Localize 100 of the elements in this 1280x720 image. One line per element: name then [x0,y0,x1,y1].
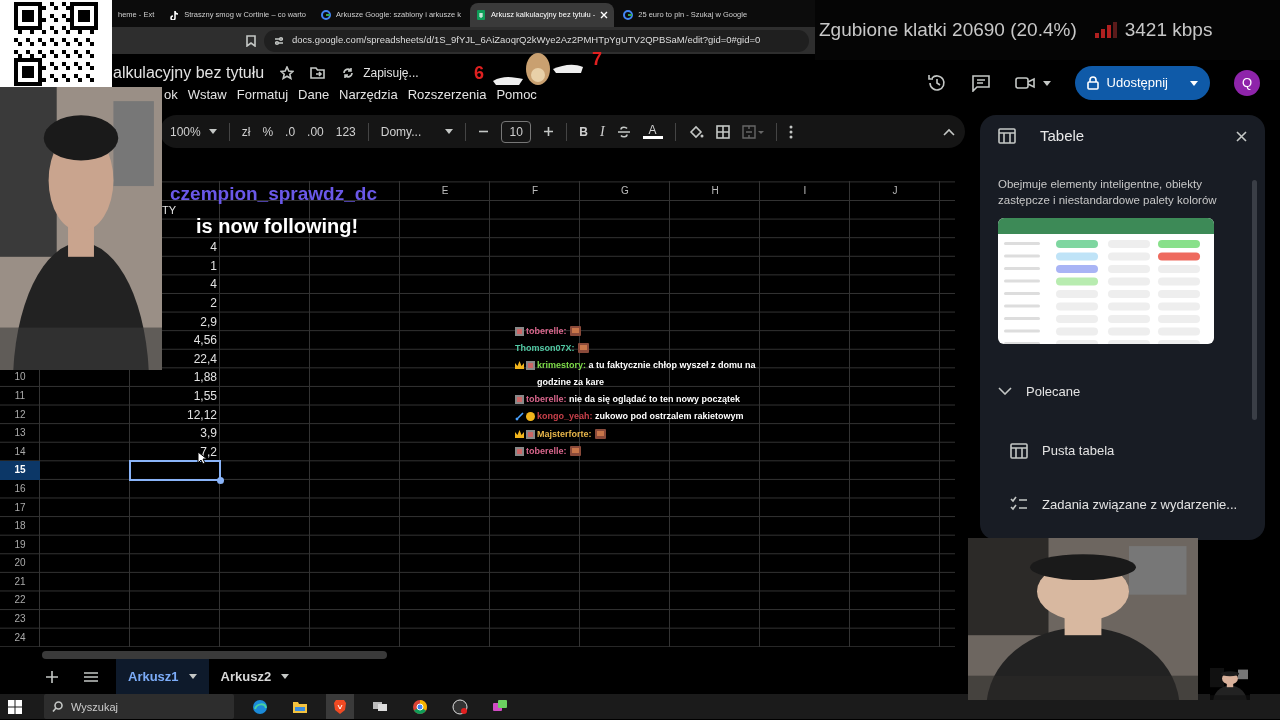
row-header[interactable]: 22 [0,591,40,611]
sword-badge-icon [515,412,524,422]
column-header[interactable]: H [670,181,760,201]
table-cell[interactable]: 4,56 [193,331,220,350]
menu-item[interactable]: Dane [293,85,335,105]
row-header[interactable]: 19 [0,535,40,555]
coin-badge-icon [526,412,535,422]
row-header[interactable]: 10 [0,368,40,387]
font-dropdown[interactable]: Domy... [380,122,454,141]
table-cell[interactable]: 1,55 [193,386,220,405]
caret-icon [445,129,454,134]
sheet-tab[interactable]: Arkusz1 [116,659,209,695]
add-sheet-icon[interactable] [46,670,58,683]
document-title[interactable]: alkulacyjny bez tytułu [113,61,265,86]
all-sheets-icon[interactable] [84,671,98,682]
windows-start-icon[interactable] [8,699,22,714]
site-settings-icon[interactable] [274,35,284,46]
column-header[interactable]: G [580,181,670,201]
address-bar[interactable]: docs.google.com/spreadsheets/d/1S_9fYJL_6AiZaoqrQ2kWye2Az2PMHTpYgUTV2QPBSaM/edit?gid=0#gid=0 [264,29,809,52]
chat-message: kongo_yeah: zukowo pod ostrzalem rakietowym [537,410,745,424]
table-cell[interactable]: 2 [210,293,220,312]
lock-icon [1086,76,1099,90]
user-avatar[interactable]: Q [1234,70,1260,96]
fill-color-icon[interactable] [687,123,704,140]
section-toggle[interactable]: Polecane [998,381,1247,402]
row-header[interactable]: 17 [0,498,40,518]
move-folder-icon[interactable] [310,67,326,80]
menu-item[interactable]: ok [159,85,183,105]
row-header[interactable]: 24 [0,628,40,648]
table-cell[interactable]: 2,9 [200,312,220,331]
table-icon [998,128,1016,145]
row-header[interactable]: 13 [0,424,40,443]
row-header[interactable]: 16 [0,479,40,499]
strikethrough-icon[interactable] [616,124,631,139]
table-cell[interactable]: 22,4 [193,349,220,368]
collapse-icon[interactable] [943,127,955,136]
row-header[interactable]: 23 [0,610,40,629]
star-icon[interactable] [280,66,295,81]
row-header[interactable]: 20 [0,554,40,573]
more-options-icon[interactable] [788,124,793,139]
font-size-field[interactable]: 10 [501,120,532,143]
row-header[interactable]: 15 [0,461,40,480]
video-camera-icon[interactable] [1014,76,1035,90]
table-cell[interactable]: 4 [210,275,220,294]
menu-item[interactable]: Rozszerzenia [402,85,492,105]
row-header[interactable]: 12 [0,405,40,425]
recording-app-icon [452,698,468,715]
user-badge-icon [515,446,524,456]
template-item[interactable]: Pusta tabela [1010,441,1247,461]
google-logo-icon [623,10,634,20]
column-header[interactable]: I [760,181,850,201]
column-header[interactable]: E [400,181,490,201]
menu-item[interactable]: Narzędzia [334,85,403,105]
caret-icon[interactable] [1042,80,1051,86]
panel-title: Tabele [1040,126,1085,146]
borders-icon[interactable] [715,124,730,139]
decrease-decimals-button[interactable]: .0 [285,122,296,141]
row-header[interactable]: 11 [0,386,40,406]
row-header[interactable]: 14 [0,442,40,462]
lion-shield-icon [332,698,348,715]
sheet-tab[interactable]: Arkusz2 [208,659,302,695]
bookmark-icon[interactable] [246,34,256,47]
table-icon [1010,442,1028,459]
text-color-button[interactable]: A [642,124,663,139]
table-cell[interactable]: 1,88 [193,368,220,387]
chevron-icon [998,387,1012,396]
column-header[interactable]: J [850,181,940,201]
zoom-dropdown[interactable]: 100% [170,122,217,141]
row-header[interactable]: 18 [0,517,40,536]
menu-item[interactable]: Pomoc [491,85,542,105]
italic-button[interactable]: I [599,121,605,142]
menu-item[interactable]: Formatuj [231,85,294,105]
fill-handle[interactable] [217,476,224,484]
percent-format-button[interactable]: % [262,122,274,141]
taskbar-search[interactable]: Wyszukaj [44,694,234,720]
menu-item[interactable]: Wstaw [182,85,232,105]
column-header[interactable]: F [490,181,580,201]
template-item[interactable]: Zadania związane z wydarzenie... [1010,494,1247,515]
table-cell[interactable]: 12,12 [186,405,220,424]
chat-username: toberelle: [526,325,567,338]
table-cell[interactable]: 1 [210,256,220,275]
bold-button[interactable]: B [579,122,588,141]
currency-format-button[interactable]: zł [241,122,251,141]
increase-decimals-button[interactable]: .00 [307,122,324,141]
panel-scrollbar[interactable] [1252,180,1257,420]
plus-icon[interactable] [543,126,555,137]
caret-icon [208,129,217,134]
more-formats-button[interactable]: 123 [335,122,356,141]
table-cell[interactable]: 3,9 [200,424,220,443]
table-cell[interactable]: 4 [210,238,220,257]
share-button[interactable]: Udostępnij [1074,66,1210,100]
comment-icon[interactable] [970,74,991,92]
horizontal-scrollbar[interactable] [42,651,387,660]
panel-description: Obejmuje elementy inteligentne, obiekty zastępcze i niestandardowe palety kolorów [998,176,1218,208]
sheets-icon [476,10,487,20]
history-icon[interactable] [926,73,947,93]
chat-message: toberelle: nie da się oglądać to ten nowy początek [526,393,742,407]
user-badge-icon [515,395,524,405]
close-icon[interactable] [1236,130,1247,142]
row-header[interactable]: 21 [0,572,40,592]
